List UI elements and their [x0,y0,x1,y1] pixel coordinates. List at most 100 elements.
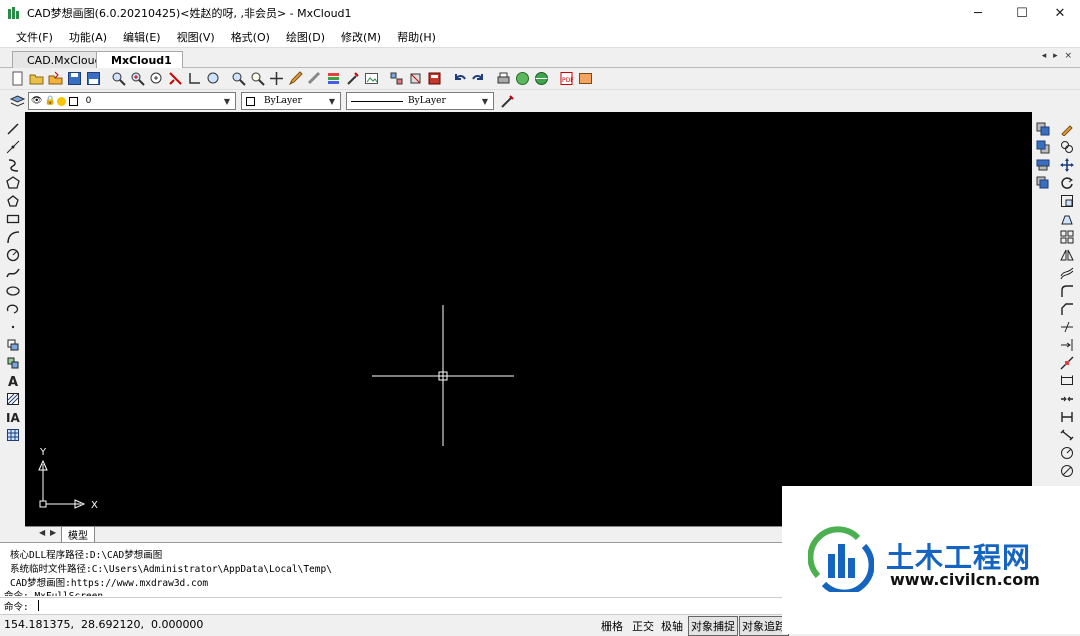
menu-function[interactable]: 功能(A) [61,29,115,45]
dimension-icon[interactable] [1058,408,1076,426]
chevron-down-icon[interactable]: ▼ [326,94,338,108]
send-under-icon[interactable] [1034,174,1052,192]
offset-icon[interactable] [1058,264,1076,282]
layer-lock-icon[interactable]: 🔒 [44,96,55,106]
maximize-button[interactable]: ☐ [1002,0,1042,26]
drawing-canvas[interactable]: Y X [25,112,1032,526]
insert-block-icon[interactable] [406,70,424,88]
redo-icon[interactable] [469,70,487,88]
zoom-extents-icon[interactable] [147,70,165,88]
brush-icon[interactable] [343,70,361,88]
break-icon[interactable] [1058,354,1076,372]
toggle-ortho[interactable]: 正交 [632,618,654,634]
bring-to-front-icon[interactable] [1034,120,1052,138]
scale-icon[interactable] [1058,192,1076,210]
toggle-grid[interactable]: 栅格 [601,618,623,634]
layer-on-icon[interactable]: 👁 [31,96,42,106]
mirror-icon[interactable] [1058,246,1076,264]
command-input-caret[interactable] [38,600,39,611]
web-icon[interactable] [532,70,550,88]
pdf-icon[interactable]: PDF [557,70,575,88]
close-button[interactable]: ✕ [1040,0,1080,26]
spline-icon[interactable] [4,264,22,282]
circle-icon[interactable] [4,246,22,264]
line-icon[interactable] [4,120,22,138]
save-as-icon[interactable] [84,70,102,88]
open-icon[interactable] [27,70,45,88]
erase-icon[interactable] [1058,120,1076,138]
zoom-window-icon[interactable] [109,70,127,88]
save-icon[interactable] [65,70,83,88]
insert-block-icon[interactable] [4,336,22,354]
undo-icon[interactable] [450,70,468,88]
text-icon[interactable]: A [4,372,22,390]
new-icon[interactable] [8,70,26,88]
chevron-down-icon[interactable]: ▼ [479,94,491,108]
lineweight-icon[interactable] [498,92,516,110]
send-to-back-icon[interactable] [1034,138,1052,156]
command-input-row[interactable]: 命令: [0,597,785,613]
xline-icon[interactable] [4,138,22,156]
polyline-icon[interactable] [4,156,22,174]
render-icon[interactable] [513,70,531,88]
chamfer-icon[interactable] [1058,300,1076,318]
ucs-icon[interactable] [185,70,203,88]
zoom-in-icon[interactable] [229,70,247,88]
fillet-icon[interactable] [1058,282,1076,300]
toggle-polar[interactable]: 极轴 [661,618,683,634]
diameter-dimension-icon[interactable] [1058,462,1076,480]
menu-view[interactable]: 视图(V) [169,29,223,45]
rotate-icon[interactable] [1058,174,1076,192]
extend-icon[interactable] [1058,336,1076,354]
linetype-dropdown[interactable]: ByLayer ▼ [346,92,494,110]
join-icon[interactable] [1058,372,1076,390]
menu-edit[interactable]: 编辑(E) [115,29,169,45]
menu-modify[interactable]: 修改(M) [333,29,389,45]
minimize-button[interactable]: ─ [958,0,998,26]
print-icon[interactable] [494,70,512,88]
layer-dropdown[interactable]: 👁 🔒 0 ▼ [28,92,236,110]
layer-icon[interactable] [324,70,342,88]
move-arrows-icon[interactable] [1058,156,1076,174]
arc-icon[interactable] [4,228,22,246]
menu-file[interactable]: 文件(F) [8,29,61,45]
stretch-icon[interactable] [1058,210,1076,228]
menu-format[interactable]: 格式(O) [223,29,278,45]
mtext-icon[interactable]: IA [4,408,22,426]
pan-red-icon[interactable] [166,70,184,88]
layer-manager-icon[interactable] [8,92,26,110]
ellipse-arc-icon[interactable] [4,300,22,318]
toggle-osnap[interactable]: 对象捕捉 [688,616,738,636]
tab-navigation[interactable]: ◂ ▸ × [1042,51,1074,61]
rectangle-icon[interactable] [4,210,22,228]
zoom-previous-icon[interactable] [204,70,222,88]
menu-help[interactable]: 帮助(H) [389,29,444,45]
block-icon[interactable] [387,70,405,88]
layer-sun-icon[interactable] [56,96,66,106]
polygon-icon[interactable] [4,174,22,192]
open-folder-icon[interactable] [46,70,64,88]
command-window[interactable]: 核心DLL程序路径:D:\CAD梦想画图 系统临时文件路径:C:\Users\A… [0,542,785,614]
bring-above-icon[interactable] [1034,156,1052,174]
make-block-icon[interactable] [4,354,22,372]
chevron-down-icon[interactable]: ▼ [221,94,233,108]
menu-draw[interactable]: 绘图(D) [278,29,333,45]
explode-icon[interactable] [1058,390,1076,408]
aligned-dimension-icon[interactable] [1058,426,1076,444]
export-image-icon[interactable] [576,70,594,88]
image-icon[interactable] [362,70,380,88]
copy-icon[interactable] [1058,138,1076,156]
zoom-out-icon[interactable] [248,70,266,88]
point-icon[interactable] [4,318,22,336]
ellipse-icon[interactable] [4,282,22,300]
match-properties-icon[interactable] [305,70,323,88]
tab-scroll-right-icon[interactable]: ▶ [50,528,56,537]
pentagon-icon[interactable] [4,192,22,210]
radius-dimension-icon[interactable] [1058,444,1076,462]
table-icon[interactable] [4,426,22,444]
trim-icon[interactable] [1058,318,1076,336]
tab-scroll-left-icon[interactable]: ◀ [39,528,45,537]
zoom-realtime-icon[interactable] [128,70,146,88]
array-icon[interactable] [1058,228,1076,246]
pencil-icon[interactable] [286,70,304,88]
